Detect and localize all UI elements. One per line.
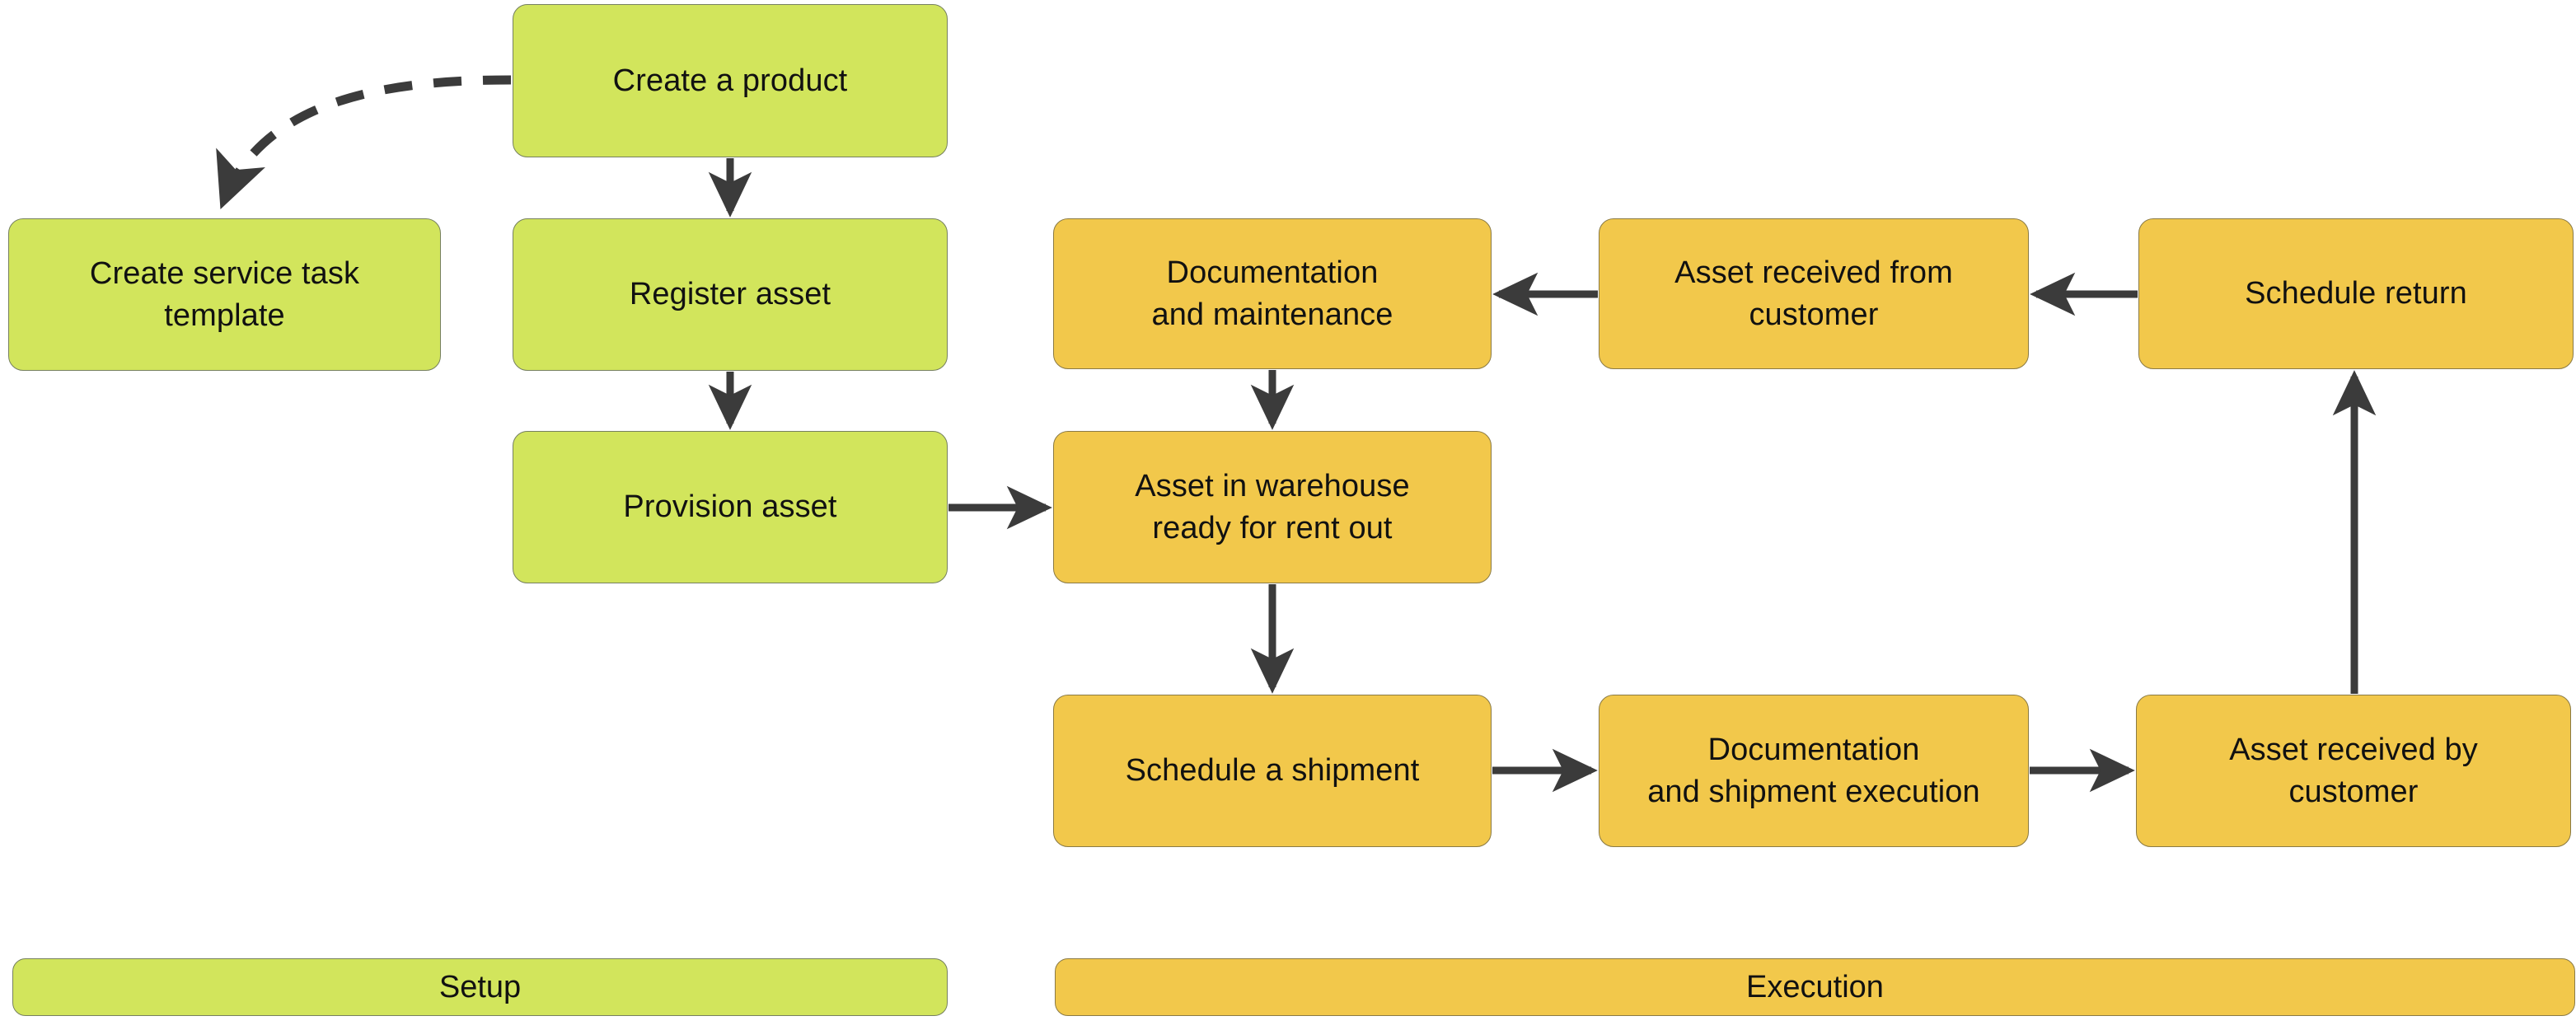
node-label: Asset received by customer [2229,733,2478,809]
node-create-service-task-template[interactable]: Create service task template [8,218,441,371]
legend-label-execution: Execution [1746,969,1884,1004]
legend-label-setup: Setup [438,969,522,1004]
node-asset-received-from-customer[interactable]: Asset received from customer [1599,218,2029,369]
node-label: Create service task template [89,256,360,333]
node-label: Schedule return [2245,276,2467,311]
node-label: Asset received from customer [1674,255,1953,332]
legend-bar-setup: Setup [12,958,948,1016]
edge-create-a-product-to-create-service-task-template [216,75,512,209]
node-label: Schedule a shipment [1125,753,1420,789]
node-documentation-and-maintenance[interactable]: Documentation and maintenance [1053,218,1492,369]
node-schedule-return[interactable]: Schedule return [2138,218,2574,369]
node-provision-asset[interactable]: Provision asset [513,431,948,583]
node-create-a-product[interactable]: Create a product [513,4,948,157]
node-label: Create a product [612,63,848,98]
node-schedule-a-shipment[interactable]: Schedule a shipment [1053,695,1492,847]
node-documentation-and-shipment-execution[interactable]: Documentation and shipment execution [1599,695,2029,847]
node-label: Provision asset [623,489,837,525]
node-label: Documentation and maintenance [1151,255,1393,332]
node-label: Asset in warehouse ready for rent out [1135,469,1410,545]
flowchart-canvas: Create a product Create service task tem… [0,0,2576,1030]
node-asset-received-by-customer[interactable]: Asset received by customer [2136,695,2571,847]
node-label: Register asset [629,277,831,312]
node-label: Documentation and shipment execution [1647,733,1980,809]
legend-bar-execution: Execution [1055,958,2575,1016]
node-asset-in-warehouse-ready-for-rent-out[interactable]: Asset in warehouse ready for rent out [1053,431,1492,583]
node-register-asset[interactable]: Register asset [513,218,948,371]
